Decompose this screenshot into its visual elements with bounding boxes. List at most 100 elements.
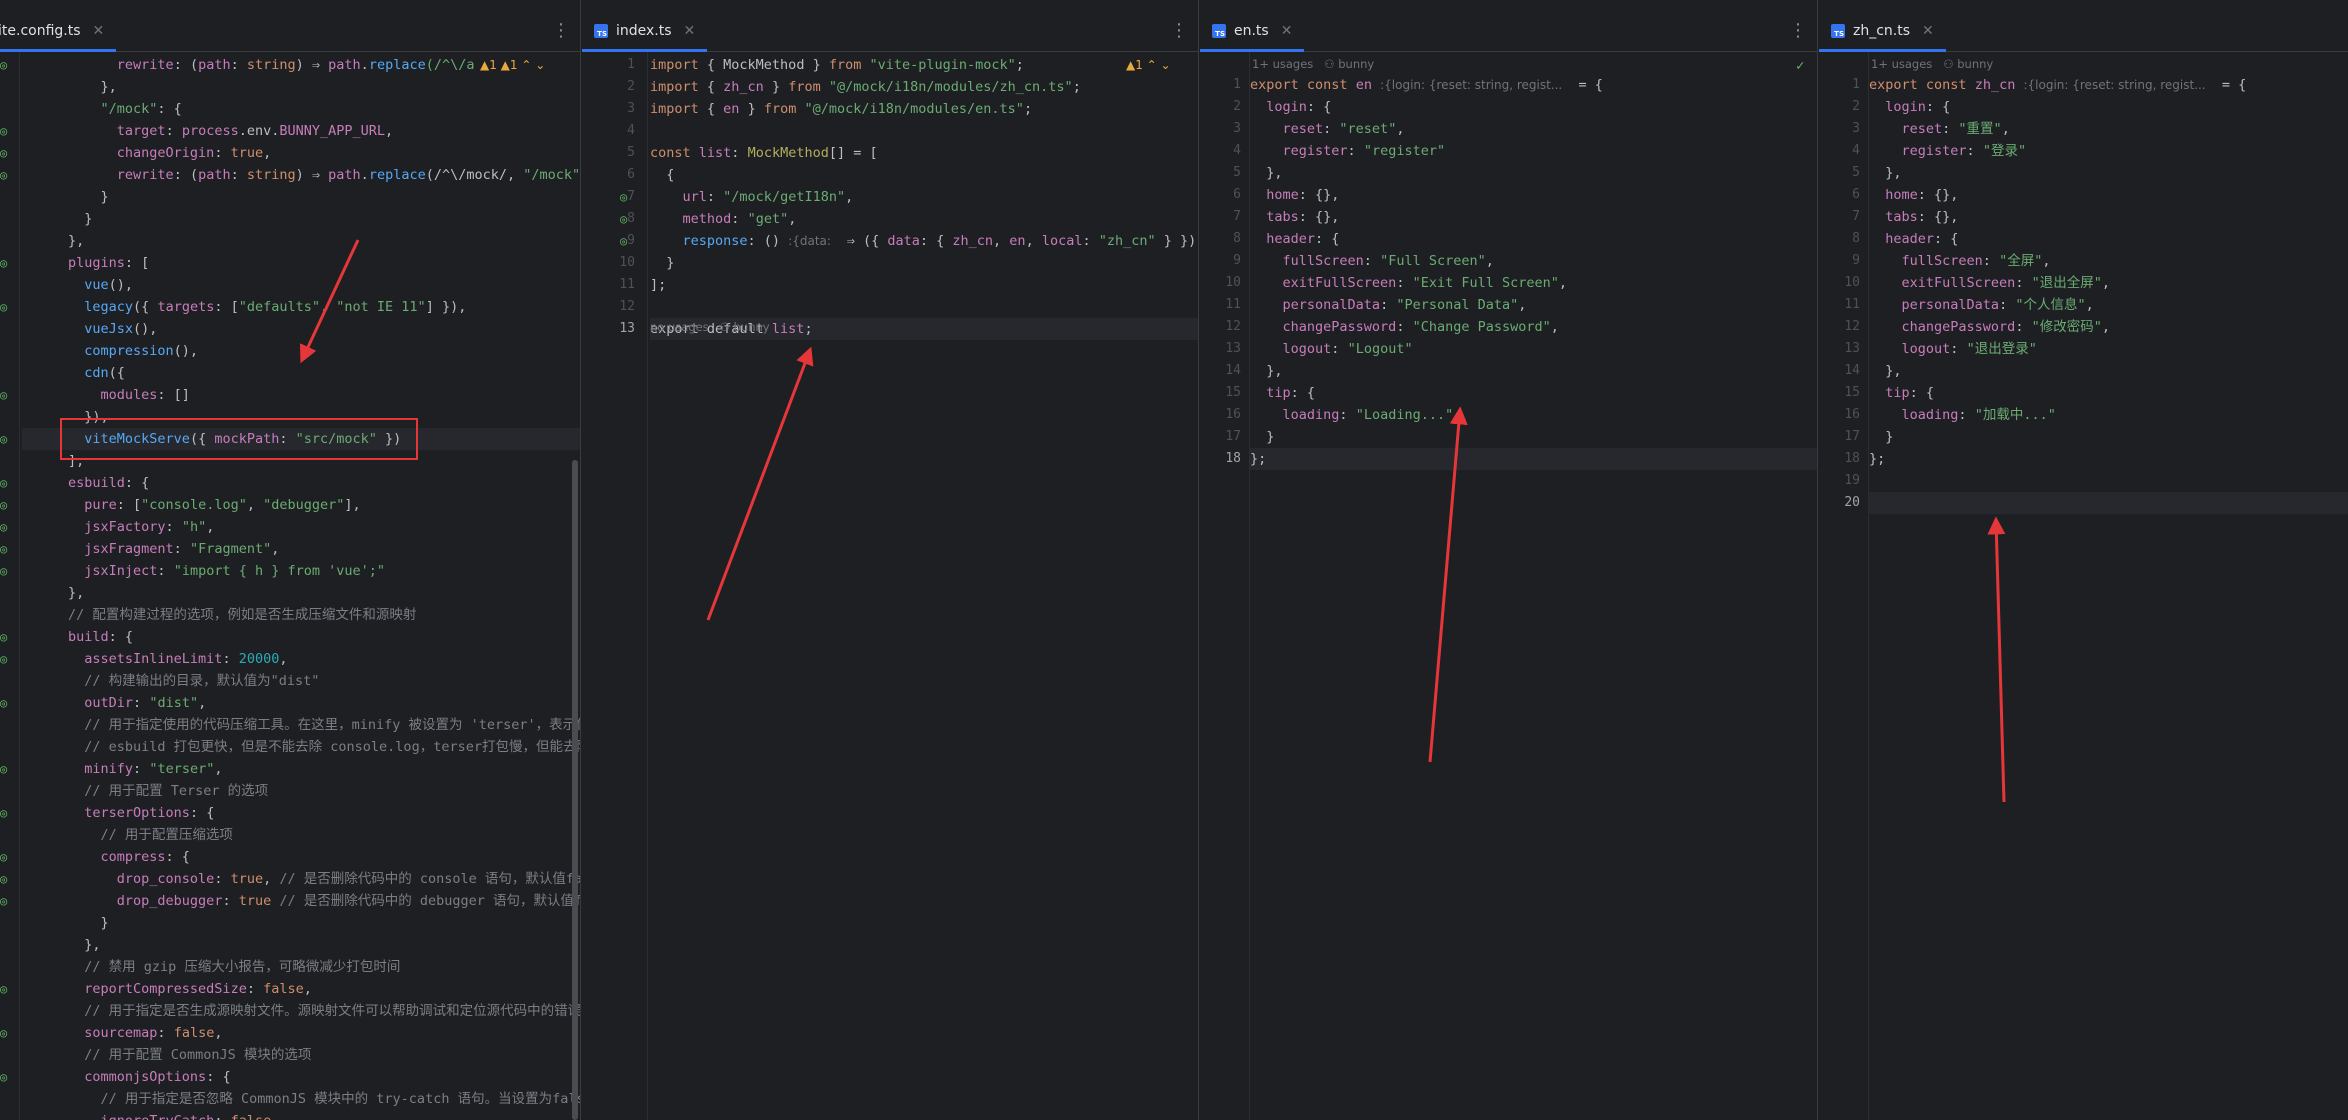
line-number: 8 [1852,231,1860,246]
implementation-icon[interactable]: ◎ [0,494,7,516]
tab-vite-config[interactable]: ite.config.ts ✕ [0,12,117,52]
close-icon[interactable]: ✕ [684,23,696,39]
code-token: , [214,1025,223,1041]
code-line: header: { [1869,228,1958,250]
more-options-icon[interactable]: ⋮ [1789,20,1807,41]
code-token: drop_debugger [116,893,223,909]
line-number: 12 [1225,319,1241,334]
line-number: 7 [1852,209,1860,224]
line-number: 5 [627,145,635,160]
implementation-icon[interactable]: ◎ [0,802,7,824]
code-token: changeOrigin [116,145,215,161]
code-line: import { zh_cn } from "@/mock/i18n/modul… [650,76,1081,98]
warnings-indicator[interactable]: ▲1 ⌃ ⌄ [1126,58,1171,72]
code-line: import { en } from "@/mock/i18n/modules/… [650,98,1032,120]
implementation-icon[interactable]: ◎ [0,472,7,494]
code-token: : [1982,253,2000,269]
implementation-icon[interactable]: ◎ [0,648,7,670]
line-number: 17 [1225,429,1241,444]
line-number: 10 [1225,275,1241,290]
implementation-icon[interactable]: ◎ [0,1066,7,1088]
implementation-icon[interactable]: ◎ [0,868,7,890]
tab-index[interactable]: TS index.ts ✕ [582,12,708,52]
code-token: : [157,563,174,579]
close-icon[interactable]: ✕ [1281,23,1293,39]
code-token: BUNNY_APP_URL [279,123,386,139]
implementation-icon[interactable]: ◎ [0,538,7,560]
implementation-icon[interactable]: ◎ [0,516,7,538]
code-line: personalData: "个人信息", [1869,294,2094,316]
implementation-icon[interactable]: ◎ [0,692,7,714]
code-token: reportCompressedSize [84,981,247,997]
implementation-icon[interactable]: ◎ [620,186,627,208]
code-token: true [230,871,264,887]
code-token: , [1396,121,1405,137]
line-number: 2 [627,79,635,94]
typescript-file-icon: TS [594,23,608,38]
code-token: changePassword [1282,319,1397,335]
highlight-box [60,418,418,460]
code-line: }; [1250,448,1266,470]
code-line: // 用于指定是否生成源映射文件。源映射文件可以帮助调试和定位源代码中的错误。当 [68,1000,580,1022]
close-icon[interactable]: ✕ [93,23,105,39]
implementation-icon[interactable]: ◎ [0,846,7,868]
implementation-icon[interactable]: ◎ [0,1022,7,1044]
codelens-usages[interactable]: no usages ⚇ bunny [650,320,770,334]
close-icon[interactable]: ✕ [1922,23,1934,39]
implementation-icon[interactable]: ◎ [0,54,7,76]
warnings-indicator[interactable]: ▲1 ▲1 ⌃ ⌄ [480,58,545,72]
code-line: home: {}, [1869,184,1958,206]
codelens-usages[interactable]: 1+ usages ⚇ bunny [1252,57,1374,71]
implementation-icon[interactable]: ◎ [0,120,7,142]
code-token: exitFullScreen [1282,275,1397,291]
code-line: header: { [1250,228,1339,250]
code-token: jsxInject [84,563,158,579]
implementation-icon[interactable]: ◎ [0,296,7,318]
code-token: } [1869,429,1894,445]
tab-zh-cn[interactable]: TS zh_cn.ts ✕ [1819,12,1946,52]
line-number: 9 [627,233,635,248]
code-line: } [68,186,109,208]
code-token: tip [1885,385,1910,401]
code-token: "Personal Data" [1396,297,1519,313]
implementation-icon[interactable]: ◎ [0,428,7,450]
gutter: 1 2 3 4 5 6 7 8 9 10 11 12 13 ◎ ◎ ◎ [582,52,648,1120]
codelens-usages[interactable]: 1+ usages ⚇ bunny [1871,57,1993,71]
code-line: jsxFactory: "h", [68,516,214,538]
code-token: path [198,167,231,183]
code-token: { [698,101,724,117]
more-options-icon[interactable]: ⋮ [552,20,570,41]
line-number: 10 [1844,275,1860,290]
code-token: en [1355,77,1372,93]
implementation-icon[interactable]: ◎ [620,230,627,252]
implementation-icon[interactable]: ◎ [0,978,7,1000]
implementation-icon[interactable]: ◎ [0,252,7,274]
vertical-scrollbar[interactable] [572,460,578,1120]
code-token: pure [84,497,117,513]
implementation-icon[interactable]: ◎ [0,560,7,582]
implementation-icon[interactable]: ◎ [0,164,7,186]
implementation-icon[interactable]: ◎ [620,208,627,230]
code-token: ignoreTryCatch [101,1113,215,1120]
code-token: { [650,167,675,183]
implementation-icon[interactable]: ◎ [0,384,7,406]
implementation-icon[interactable]: ◎ [0,626,7,648]
code-token: : { [108,629,134,645]
code-token: "import { h } from 'vue';" [173,563,386,579]
more-options-icon[interactable]: ⋮ [1170,20,1188,41]
code-token: ], [344,497,361,513]
code-token: exitFullScreen [1901,275,2016,291]
code-token: reset [1282,121,1324,137]
code-token: : [165,123,182,139]
tab-en[interactable]: TS en.ts ✕ [1200,12,1305,52]
implementation-icon[interactable]: ◎ [0,142,7,164]
implementation-icon[interactable]: ◎ [0,758,7,780]
implementation-icon[interactable]: ◎ [0,890,7,912]
